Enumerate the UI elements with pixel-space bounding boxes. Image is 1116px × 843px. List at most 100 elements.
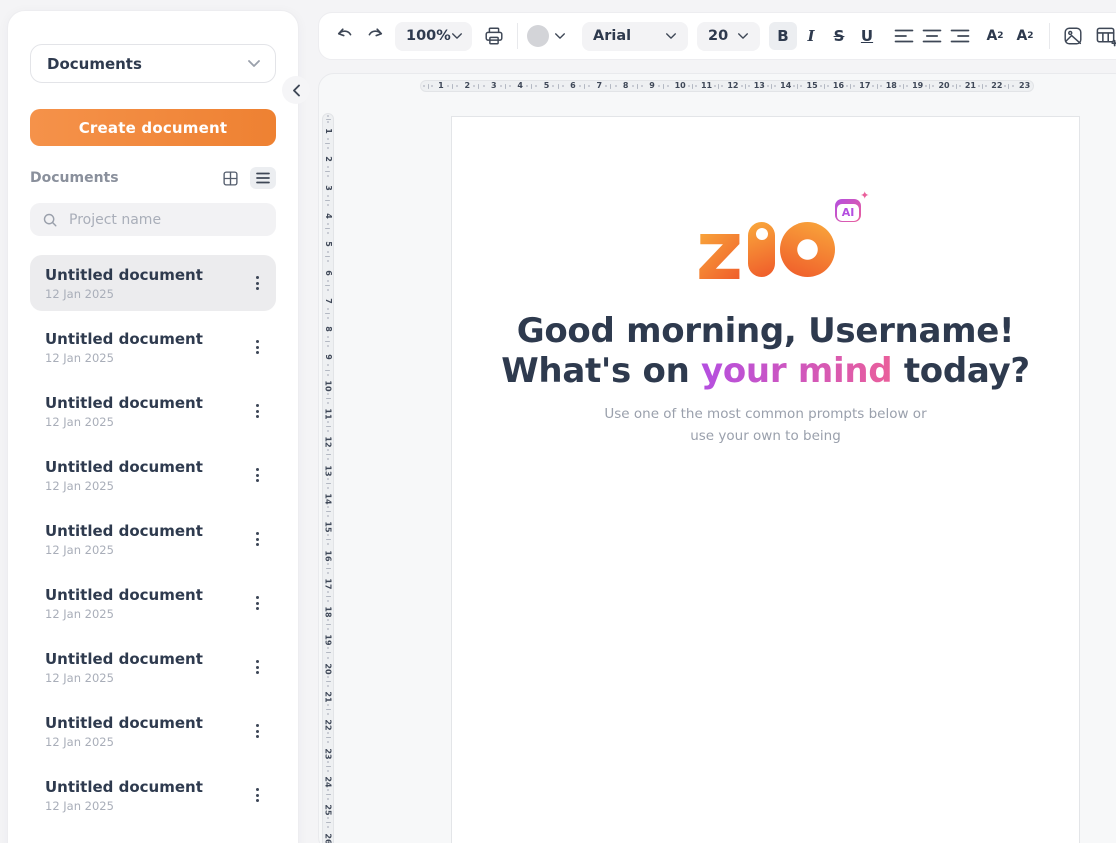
ruler-tick — [500, 85, 502, 87]
document-list-item[interactable]: Untitled document 12 Jan 2025 — [30, 447, 276, 503]
more-options-button[interactable] — [252, 784, 263, 806]
ruler-tick — [327, 458, 329, 460]
ruler-tick — [327, 563, 329, 565]
ruler-tick — [326, 709, 331, 710]
insert-image-button[interactable] — [1059, 22, 1087, 50]
toolbar-divider — [517, 23, 518, 49]
align-left-button[interactable] — [890, 22, 918, 50]
ruler-tick — [562, 85, 564, 87]
ruler-tick — [327, 393, 329, 395]
document-list-item[interactable]: Untitled document 12 Jan 2025 — [30, 383, 276, 439]
document-list-item[interactable]: Untitled document 12 Jan 2025 — [30, 511, 276, 567]
greeting-subtitle: Use one of the most common prompts below… — [604, 404, 926, 447]
ruler-number: 10 — [675, 82, 686, 90]
ruler-tick — [327, 260, 329, 262]
greeting-highlight: your mind — [701, 351, 892, 391]
list-view-button[interactable] — [250, 167, 276, 189]
ruler-tick — [327, 280, 329, 282]
ruler-tick — [325, 285, 330, 286]
more-options-button[interactable] — [252, 336, 263, 358]
ruler-tick — [637, 84, 638, 89]
document-item-text: Untitled document 12 Jan 2025 — [45, 266, 203, 301]
align-right-button[interactable] — [946, 22, 974, 50]
document-list-item[interactable]: Untitled document 12 Jan 2025 — [30, 703, 276, 759]
ruler-tick — [327, 449, 329, 451]
ruler-tick — [327, 770, 329, 772]
ruler-tick — [327, 166, 329, 168]
subscript-base: A — [1016, 28, 1027, 44]
ruler-number: 18 — [324, 607, 332, 618]
document-date: 12 Jan 2025 — [45, 415, 203, 429]
ruler-tick — [327, 534, 329, 536]
zoom-select[interactable]: 100% — [395, 22, 472, 51]
documents-list-header: Documents — [30, 167, 276, 189]
logo-letter-o — [780, 222, 835, 277]
print-button[interactable] — [480, 22, 508, 50]
document-date: 12 Jan 2025 — [45, 607, 203, 621]
ruler-tick — [327, 478, 329, 480]
redo-button[interactable] — [360, 22, 388, 50]
more-options-button[interactable] — [252, 400, 263, 422]
font-size-select[interactable]: 20 — [697, 22, 760, 51]
ruler-tick — [327, 619, 329, 621]
grid-view-button[interactable] — [217, 167, 243, 189]
insert-table-button[interactable] — [1092, 22, 1116, 50]
document-item-text: Untitled document 12 Jan 2025 — [45, 586, 203, 621]
subscript-button[interactable]: A2 — [1010, 22, 1040, 50]
ruler-tick — [327, 308, 329, 310]
ruler-tick — [925, 85, 927, 87]
undo-button[interactable] — [332, 22, 360, 50]
more-options-button[interactable] — [252, 592, 263, 614]
create-document-button[interactable]: Create document — [30, 109, 276, 146]
more-options-button[interactable] — [252, 464, 263, 486]
collection-dropdown-value: Documents — [47, 55, 142, 73]
ruler-number: 2 — [465, 82, 471, 90]
document-list-item[interactable]: Untitled document 12 Jan 2025 — [30, 639, 276, 695]
ruler-tick — [718, 84, 719, 89]
subtitle-line2: use your own to being — [604, 426, 926, 448]
underline-button[interactable]: U — [853, 22, 881, 50]
ruler-tick — [447, 85, 449, 87]
text-color-picker[interactable] — [527, 25, 566, 47]
more-options-button[interactable] — [252, 272, 263, 294]
document-list-item[interactable]: Untitled document 12 Jan 2025 — [30, 575, 276, 631]
align-center-button[interactable] — [918, 22, 946, 50]
ruler-tick — [327, 115, 329, 117]
document-list-item[interactable]: Untitled document 12 Jan 2025 — [30, 255, 276, 311]
ai-badge-label: AI — [837, 204, 860, 221]
more-options-button[interactable] — [252, 720, 263, 742]
strikethrough-button[interactable]: S — [825, 22, 853, 50]
document-title: Untitled document — [45, 458, 203, 476]
collection-dropdown[interactable]: Documents — [30, 44, 276, 83]
document-item-text: Untitled document 12 Jan 2025 — [45, 458, 203, 493]
document-page[interactable]: z AI ✦ Good morning, Username! What's on… — [451, 116, 1080, 843]
bold-button[interactable]: B — [769, 22, 797, 50]
document-list-item[interactable]: Untitled document 12 Jan 2025 — [30, 767, 276, 823]
ruler-tick — [327, 232, 329, 234]
ruler-tick — [1004, 85, 1006, 87]
more-options-button[interactable] — [252, 656, 263, 678]
ruler-number: 12 — [324, 437, 332, 448]
more-options-button[interactable] — [252, 528, 263, 550]
chevron-left-icon — [292, 84, 301, 97]
font-family-select[interactable]: Arial — [582, 22, 688, 51]
ruler-tick — [325, 171, 330, 172]
ruler-number: 22 — [991, 82, 1002, 90]
document-date: 12 Jan 2025 — [45, 543, 203, 557]
ruler-tick — [327, 289, 329, 291]
sidebar-collapse-button[interactable] — [282, 76, 310, 104]
chevron-down-icon — [665, 32, 677, 40]
superscript-button[interactable]: A2 — [980, 22, 1010, 50]
document-list-item[interactable]: Untitled document 12 Jan 2025 — [30, 319, 276, 375]
ruler-tick — [326, 681, 331, 682]
search-input[interactable] — [67, 211, 264, 229]
ruler-tick — [1008, 84, 1009, 89]
document-item-text: Untitled document 12 Jan 2025 — [45, 650, 203, 685]
ruler-tick — [327, 487, 329, 489]
ruler-tick — [327, 223, 329, 225]
ruler-tick — [929, 84, 930, 89]
ruler-tick — [906, 85, 908, 87]
ruler-tick — [325, 228, 330, 229]
italic-button[interactable]: I — [797, 22, 825, 50]
ruler-tick — [721, 85, 723, 87]
